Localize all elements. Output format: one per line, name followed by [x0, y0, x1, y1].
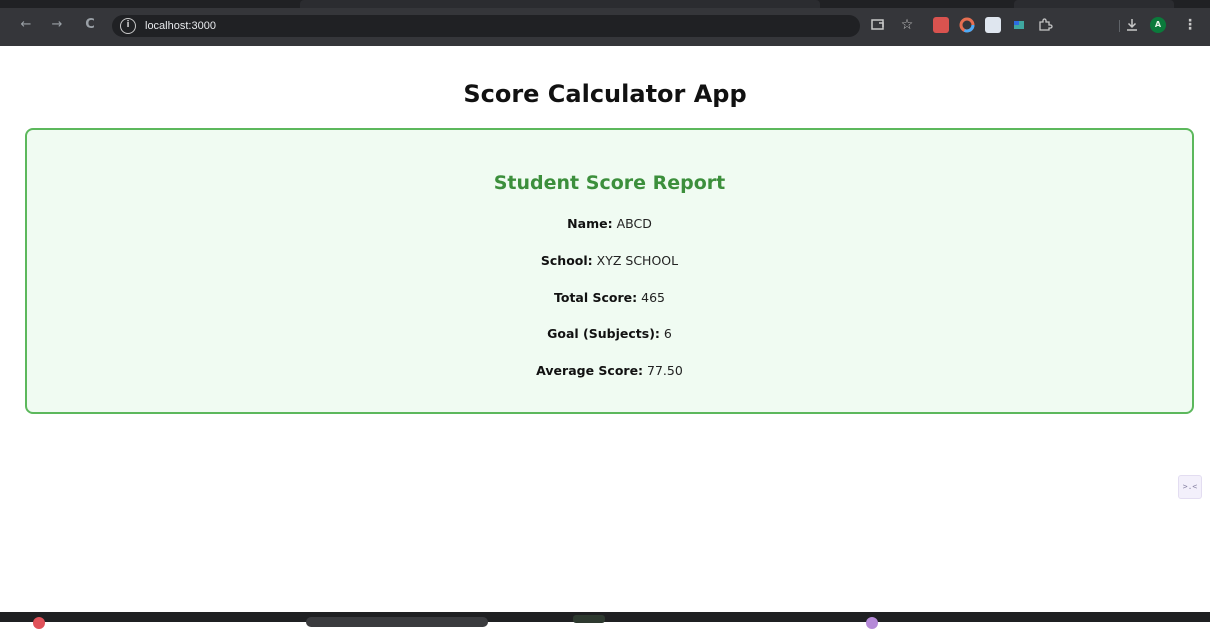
report-row-goal-subjects: Goal (Subjects): 6 — [27, 326, 1192, 341]
row-label: Total Score: — [554, 290, 638, 305]
download-icon[interactable] — [1124, 17, 1140, 33]
extension-box-icon[interactable] — [985, 17, 1001, 33]
taskbar-app-icon[interactable] — [866, 617, 878, 629]
reload-icon[interactable]: C — [80, 16, 100, 34]
row-label: School: — [540, 253, 593, 268]
row-value: XYZ SCHOOL — [596, 253, 679, 268]
forward-icon[interactable]: → — [47, 16, 67, 34]
taskbar-search[interactable] — [306, 617, 488, 627]
report-row-average-score: Average Score: 77.50 — [27, 363, 1192, 378]
row-value: 77.50 — [647, 363, 683, 378]
taskbar-app-icon[interactable] — [33, 617, 45, 629]
row-value: 6 — [663, 326, 672, 341]
install-app-icon[interactable] — [870, 17, 886, 33]
extension-ring-icon[interactable] — [959, 17, 975, 33]
row-value: 465 — [641, 290, 665, 305]
tab[interactable] — [300, 0, 820, 8]
row-label: Average Score: — [536, 363, 644, 378]
page-title: Score Calculator App — [463, 80, 747, 108]
url-text[interactable]: localhost:3000 — [145, 18, 216, 34]
taskbar — [0, 612, 1210, 622]
report-row-school: School: XYZ SCHOOL — [27, 253, 1192, 268]
report-heading: Student Score Report — [493, 172, 726, 194]
floating-widget-icon[interactable]: >.< — [1178, 475, 1202, 499]
back-icon[interactable]: ← — [16, 16, 36, 34]
row-label: Goal (Subjects): — [547, 326, 660, 341]
address-bar[interactable]: i localhost:3000 — [112, 15, 860, 37]
site-info-icon[interactable]: i — [120, 18, 136, 34]
profile-avatar[interactable]: A — [1150, 17, 1166, 33]
extension-flag-icon[interactable] — [1011, 17, 1027, 33]
report-row-name: Name: ABCD — [27, 216, 1192, 231]
tab-strip — [0, 0, 1210, 8]
tab[interactable] — [1014, 0, 1174, 8]
browser-toolbar: ← → C i localhost:3000 ☆ A ⋮ — [0, 0, 1210, 46]
score-report-card: Student Score Report Name: ABCD School: … — [25, 128, 1194, 414]
row-label: Name: — [567, 216, 613, 231]
bookmark-star-icon[interactable]: ☆ — [899, 17, 915, 33]
toolbar-divider — [1119, 20, 1120, 32]
row-value: ABCD — [616, 216, 652, 231]
extension-red-icon[interactable] — [933, 17, 949, 33]
menu-kebab-icon[interactable]: ⋮ — [1182, 17, 1198, 33]
report-row-total-score: Total Score: 465 — [27, 290, 1192, 305]
extensions-puzzle-icon[interactable] — [1037, 17, 1053, 33]
